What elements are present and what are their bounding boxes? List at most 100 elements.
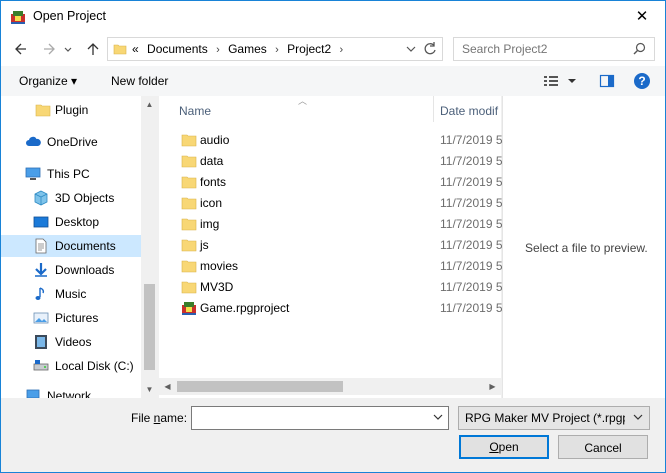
column-header-name[interactable]: Name [179,104,211,118]
organize-button[interactable]: Organize ▾ [19,74,77,88]
column-divider[interactable] [433,96,434,122]
sidebar-item-network[interactable]: Network [1,385,141,398]
chevron-down-icon[interactable] [432,411,444,423]
sidebar-item-3d-objects[interactable]: 3D Objects [1,187,141,209]
rpg-project-icon [182,302,196,315]
dialog-title: Open Project [33,9,106,23]
sidebar-item-pictures[interactable]: Pictures [1,307,141,329]
sidebar-item-music[interactable]: Music [1,283,141,305]
file-date: 11/7/2019 5 [440,301,503,315]
rpg-maker-app-icon [11,11,25,24]
file-row-fonts[interactable]: fonts 11/7/2019 5 [179,171,503,192]
sidebar-item-label: Videos [55,335,92,349]
refresh-button[interactable] [421,40,439,58]
file-name: audio [200,133,230,147]
sidebar-item-label: Network [47,389,92,398]
file-type-select[interactable]: RPG Maker MV Project (*.rpgproject) [458,406,650,430]
file-row-audio[interactable]: audio 11/7/2019 5 [179,129,503,150]
file-row-data[interactable]: data 11/7/2019 5 [179,150,503,171]
file-row-mv3d[interactable]: MV3D 11/7/2019 5 [179,276,503,297]
address-bar[interactable]: « Documents › Games › Project2 › [107,37,443,61]
navigation-pane: Plugin OneDrive This PC 3D Objects Deskt… [1,96,158,398]
search-box[interactable] [453,37,655,61]
breadcrumb-separator[interactable]: › [340,44,344,56]
sidebar-item-plugin[interactable]: Plugin [1,99,141,121]
open-button[interactable]: Open [459,435,549,459]
command-bar: Organize ▾ New folder ? [1,66,665,96]
file-row-icon[interactable]: icon 11/7/2019 5 [179,192,503,213]
drive-icon [33,360,49,371]
file-date: 11/7/2019 5 [440,133,503,147]
up-button[interactable] [85,40,101,58]
scroll-left-icon[interactable]: ◀ [159,378,176,395]
network-icon [26,389,40,398]
file-date: 11/7/2019 5 [440,196,503,210]
sidebar-item-label: Local Disk (C:) [55,359,134,373]
sidebar-item-label: Downloads [55,263,115,277]
sidebar-item-videos[interactable]: Videos [1,331,141,353]
file-row-img[interactable]: img 11/7/2019 5 [179,213,503,234]
folder-icon [113,44,127,55]
folder-icon [181,155,197,168]
document-icon [35,238,47,254]
cloud-icon [26,136,41,146]
file-date: 11/7/2019 5 [440,280,503,294]
file-list-scrollbar[interactable]: ◀ ▶ [159,378,501,395]
folder-icon [181,218,197,231]
sidebar-item-label: Music [55,287,87,301]
computer-icon [25,167,41,180]
sidebar-item-downloads[interactable]: Downloads [1,259,141,281]
file-row-js[interactable]: js 11/7/2019 5 [179,234,503,255]
help-button[interactable]: ? [634,73,650,89]
file-date: 11/7/2019 5 [440,175,503,189]
scroll-right-icon[interactable]: ▶ [484,378,501,395]
file-type-value: RPG Maker MV Project (*.rpgproject) [465,411,625,425]
column-header-row: ︿ Name Date modif [159,96,501,122]
sidebar-item-this-pc[interactable]: This PC [1,163,141,185]
scrollbar-thumb[interactable] [144,284,155,370]
file-name: movies [200,259,239,273]
address-dropdown-button[interactable] [404,41,418,57]
chevron-down-icon [633,414,643,420]
search-input[interactable] [460,41,634,57]
forward-button[interactable] [41,40,57,58]
chevron-down-icon[interactable] [567,77,577,85]
music-icon [35,287,45,300]
sidebar-item-documents[interactable]: Documents [1,235,141,257]
video-icon [35,335,47,349]
sidebar-item-onedrive[interactable]: OneDrive [1,131,141,153]
recent-locations-button[interactable] [63,40,73,58]
new-folder-button[interactable]: New folder [111,74,168,88]
breadcrumb-games[interactable]: Games [228,42,267,56]
file-name: icon [200,196,223,210]
back-button[interactable] [13,40,29,58]
view-options-icon[interactable] [543,73,559,89]
folder-icon [181,281,197,294]
breadcrumb-separator[interactable]: › [275,44,279,56]
cancel-button[interactable]: Cancel [558,435,648,459]
scroll-down-icon[interactable]: ▼ [141,381,158,398]
scrollbar-thumb[interactable] [177,381,343,392]
breadcrumb-project2[interactable]: Project2 [287,42,331,56]
file-name-field[interactable] [191,406,449,430]
file-name: data [200,154,224,168]
folder-icon [181,134,197,147]
close-button[interactable]: ✕ [619,1,665,32]
file-name-label: File name: [131,411,188,425]
column-header-date[interactable]: Date modif [440,104,498,118]
file-row-movies[interactable]: movies 11/7/2019 5 [179,255,503,276]
file-row-game-rpgproject[interactable]: Game.rpgproject 11/7/2019 5 [179,297,503,318]
sidebar-item-desktop[interactable]: Desktop [1,211,141,233]
sidebar-scrollbar[interactable]: ▲ ▼ [141,96,158,398]
sidebar-item-label: Desktop [55,215,100,229]
breadcrumb-separator[interactable]: › [216,44,220,56]
title-bar: Open Project ✕ [1,1,665,32]
preview-pane-icon[interactable] [599,73,615,89]
breadcrumb-documents[interactable]: Documents [147,42,208,56]
scroll-up-icon[interactable]: ▲ [141,96,158,113]
breadcrumb-overflow[interactable]: « [132,42,139,56]
sidebar-item-local-disk[interactable]: Local Disk (C:) [1,355,141,377]
preview-message: Select a file to preview. [525,241,648,255]
file-name: Game.rpgproject [200,301,290,315]
sidebar-item-label: 3D Objects [55,191,115,205]
